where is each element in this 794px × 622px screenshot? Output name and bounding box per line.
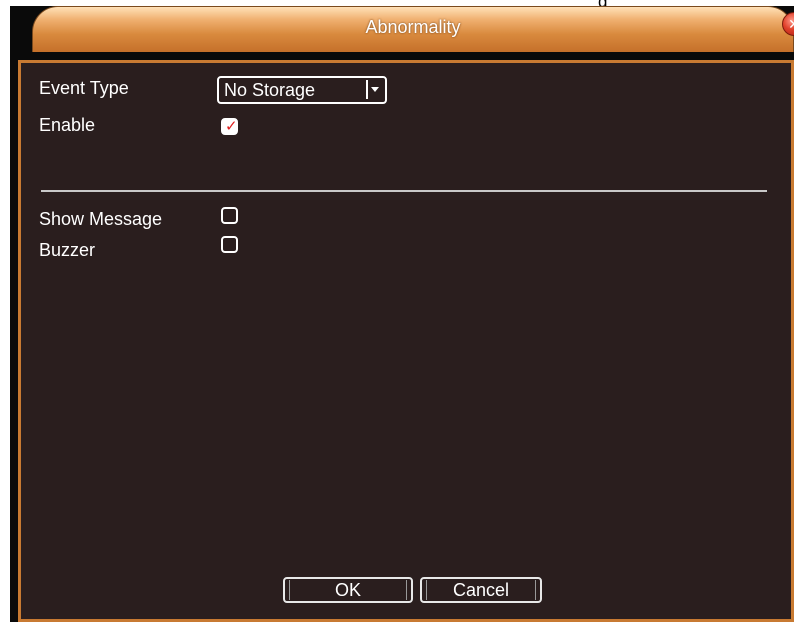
title-bar[interactable]: Abnormality [32,6,794,52]
event-type-label: Event Type [39,78,129,98]
checkmark-icon: ✓ [225,118,238,135]
buzzer-checkbox[interactable] [221,236,238,253]
dialog-title: Abnormality [365,17,461,37]
event-type-dropdown[interactable]: No Storage [217,76,387,104]
ok-button[interactable]: OK [283,577,413,603]
cancel-button[interactable]: Cancel [420,577,542,603]
enable-checkbox[interactable]: ✓ [221,118,238,135]
section-divider [41,190,767,192]
abnormality-dialog: Abnormality ✕ Event Type No Storage Enab… [10,6,794,622]
enable-label: Enable [39,115,96,135]
event-type-selected-value: No Storage [224,80,316,100]
cancel-button-label: Cancel [452,580,510,600]
chevron-down-icon[interactable] [366,80,382,99]
settings-panel: Event Type No Storage Enable ✓ Show Mess… [18,60,794,622]
show-message-checkbox[interactable] [221,207,238,224]
show-message-label: Show Message [39,209,163,229]
ok-button-label: OK [334,580,361,600]
buzzer-label: Buzzer [39,240,96,260]
